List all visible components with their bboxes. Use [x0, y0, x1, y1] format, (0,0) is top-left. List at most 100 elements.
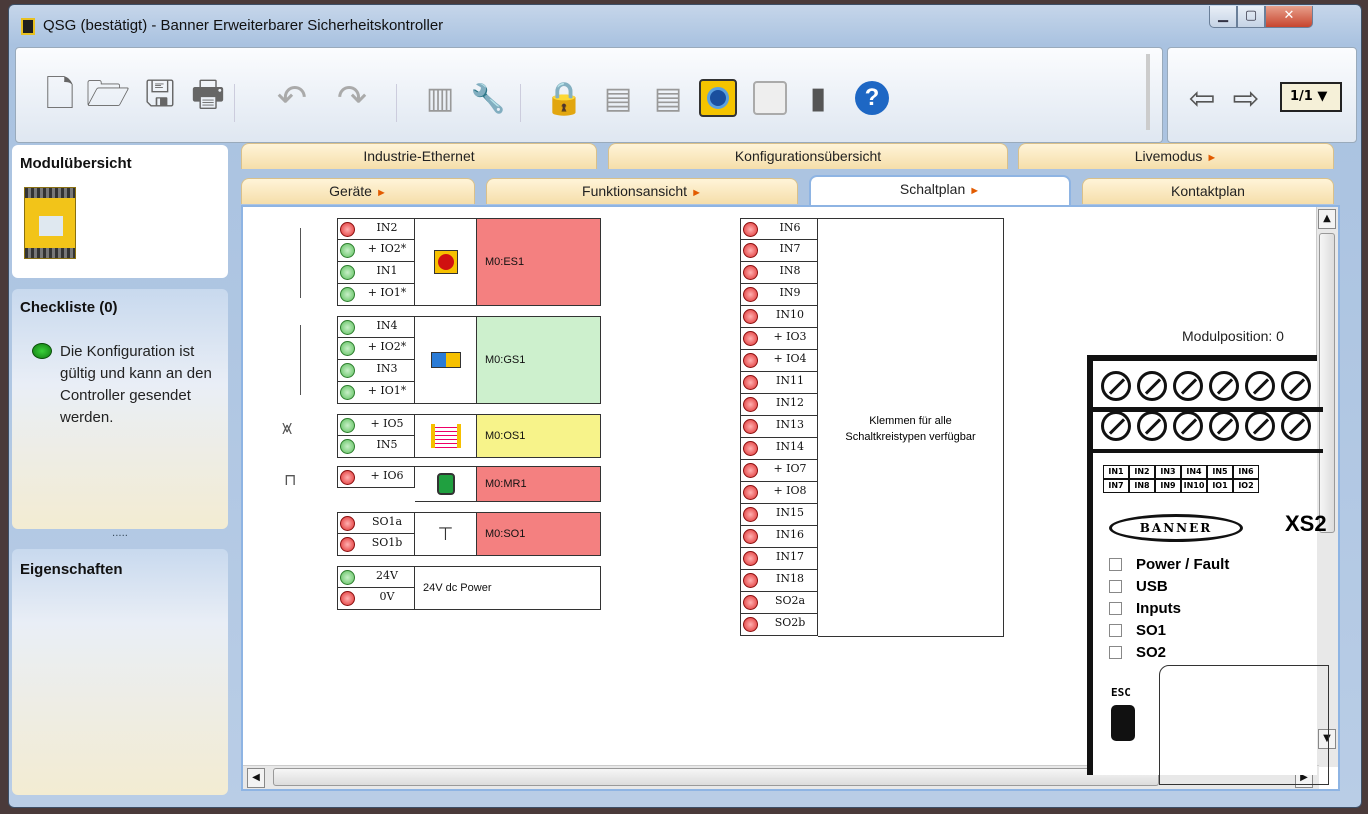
toolbar-overflow[interactable] [1146, 54, 1150, 130]
status-led: Inputs [1109, 597, 1229, 619]
pin: + IO6 [337, 466, 415, 488]
pin: IN3 [337, 360, 415, 382]
main-toolbar: 🗋 🗁 🖫 🖶 ↶ ↷ ▥ 🔧 🔒 ▤ ▤ ▮ ? [15, 47, 1163, 143]
open-folder-icon[interactable]: 🗁 [86, 74, 131, 120]
status-led: SO1 [1109, 619, 1229, 641]
terminal-pin: IN18 [740, 570, 818, 592]
status-led: Power / Fault [1109, 553, 1229, 575]
forward-arrow-icon[interactable]: ⇨ [1226, 76, 1266, 120]
led-label: USB [1136, 577, 1168, 595]
terminal-pin: SO2b [740, 614, 818, 636]
terminal-pin: IN12 [740, 394, 818, 416]
download-icon[interactable]: ▤ [648, 76, 688, 120]
save-icon[interactable]: 🖫 [140, 74, 180, 120]
title-bar: QSG (bestätigt) - Banner Erweiterbarer S… [9, 5, 1361, 47]
checklist-panel: Checkliste (0) Die Konfiguration ist gül… [12, 289, 228, 529]
back-arrow-icon[interactable]: ⇦ [1182, 76, 1222, 120]
device-pins: + IO5 IN5 [337, 414, 415, 458]
close-button[interactable]: ✕ [1265, 6, 1313, 28]
terminal-note-box: Klemmen für alle Schaltkreistypen verfüg… [818, 218, 1004, 637]
redo-icon[interactable]: ↷ [332, 76, 372, 120]
module-thumbnail[interactable] [24, 187, 76, 259]
upload-icon[interactable]: ▤ [598, 76, 638, 120]
vertical-scroll-thumb[interactable] [1319, 233, 1335, 533]
device-emergency-stop[interactable]: IN2 + IO2* IN1 + IO1* M0:ES1 [337, 218, 601, 306]
terminal-pin: IN15 [740, 504, 818, 526]
checklist-title: Checkliste (0) [20, 299, 118, 316]
pin-label: IN6 [1233, 465, 1259, 479]
pin-label: IN2 [1129, 465, 1155, 479]
pin: IN5 [337, 436, 415, 458]
controller-icon[interactable]: ▥ [420, 76, 460, 120]
pin-label: IN7 [1103, 479, 1129, 493]
device-pins: 24V 0V [337, 566, 415, 610]
device-gate-switch[interactable]: IN4 + IO2* IN3 + IO1* M0:GS1 [337, 316, 601, 404]
banner-logo: BANNER [1109, 514, 1243, 542]
model-label: XS2 [1285, 511, 1327, 536]
minimize-button[interactable]: ▁ [1209, 6, 1237, 28]
lock-icon[interactable]: 🔒 [544, 76, 584, 120]
status-led: SO2 [1109, 641, 1229, 663]
toolbar-separator [396, 84, 397, 122]
device-optical-sensor[interactable]: + IO5 IN5 M0:OS1 [337, 414, 601, 458]
pin: SO1b [337, 534, 415, 556]
module-overview-title: Modulübersicht [20, 155, 132, 172]
tab-industrial-ethernet[interactable]: Industrie-Ethernet [241, 143, 597, 169]
terminal-pin: + IO7 [740, 460, 818, 482]
terminal-pin: IN7 [740, 240, 818, 262]
panel-splitter[interactable]: ····· [12, 531, 228, 542]
window-title: QSG (bestätigt) - Banner Erweiterbarer S… [43, 17, 444, 34]
device-power-supply[interactable]: 24V 0V 24V dc Power [337, 566, 601, 610]
help-icon[interactable]: ? [852, 76, 892, 120]
tab-ladder-logic[interactable]: Kontaktplan [1082, 178, 1334, 204]
device-manual-reset[interactable]: + IO6 M0:MR1 [337, 466, 601, 502]
device-pins: SO1a SO1b [337, 512, 415, 556]
tab-wiring-diagram[interactable]: Schaltplan ► [809, 175, 1071, 205]
tab-configuration-overview[interactable]: Konfigurationsübersicht [608, 143, 1008, 169]
print-icon[interactable]: 🖶 [188, 74, 228, 120]
pin-label: IN4 [1181, 465, 1207, 479]
settings-icon[interactable] [750, 76, 790, 120]
device-pins: IN2 + IO2* IN1 + IO1* [337, 218, 415, 306]
scroll-left-button[interactable]: ◀ [247, 768, 265, 788]
device-label: 24V dc Power [415, 566, 601, 610]
controller-hardware[interactable]: IN1 IN2 IN3 IN4 IN5 IN6 IN7 IN8 IN9 IN10 IO1 IO2 B… [1087, 355, 1329, 785]
led-indicator [1109, 579, 1122, 593]
screw-terminals-bottom [1101, 411, 1311, 443]
led-indicator [1109, 623, 1122, 637]
reset-button-wiring-symbol: ⊓ [284, 470, 297, 489]
tab-live-mode[interactable]: Livemodus ► [1018, 143, 1334, 169]
usb-icon[interactable]: ▮ [798, 76, 838, 120]
terminal-pin: IN14 [740, 438, 818, 460]
maximize-button[interactable]: ▢ [1237, 6, 1265, 28]
properties-panel: Eigenschaften [12, 549, 228, 795]
module-overview-panel: Modulübersicht [12, 145, 228, 278]
device-safety-output[interactable]: SO1a SO1b ⊤ M0:SO1 [337, 512, 601, 556]
device-pins: IN4 + IO2* IN3 + IO1* [337, 316, 415, 404]
live-mode-icon[interactable] [698, 76, 738, 120]
tab-function-view[interactable]: Funktionsansicht ► [486, 178, 798, 204]
gate-switch-icon [415, 316, 477, 404]
horizontal-scroll-thumb[interactable] [273, 768, 1159, 786]
undo-icon[interactable]: ↶ [272, 76, 312, 120]
device-label: M0:GS1 [477, 316, 601, 404]
status-led: USB [1109, 575, 1229, 597]
pin-label: IO1 [1207, 479, 1233, 493]
toolbar-separator [234, 84, 235, 122]
pin-label: IO2 [1233, 479, 1259, 493]
pin: 24V [337, 566, 415, 588]
divider [1093, 449, 1323, 453]
terminal-note: Klemmen für alle Schaltkreistypen verfüg… [845, 415, 976, 443]
device-label: M0:ES1 [477, 218, 601, 306]
device-pins: + IO6 [337, 466, 415, 488]
toolbar-separator [520, 84, 521, 122]
terminal-pin: IN8 [740, 262, 818, 284]
scroll-up-button[interactable]: ▲ [1318, 209, 1336, 229]
esc-button[interactable] [1111, 705, 1135, 741]
inspect-icon[interactable]: 🔧 [468, 76, 508, 120]
new-file-icon[interactable]: 🗋 [40, 74, 80, 120]
pin: + IO2* [337, 240, 415, 262]
page-selector[interactable]: 1/1 ▼ [1280, 82, 1342, 112]
tab-devices[interactable]: Geräte ► [241, 178, 475, 204]
terminal-pin: + IO4 [740, 350, 818, 372]
